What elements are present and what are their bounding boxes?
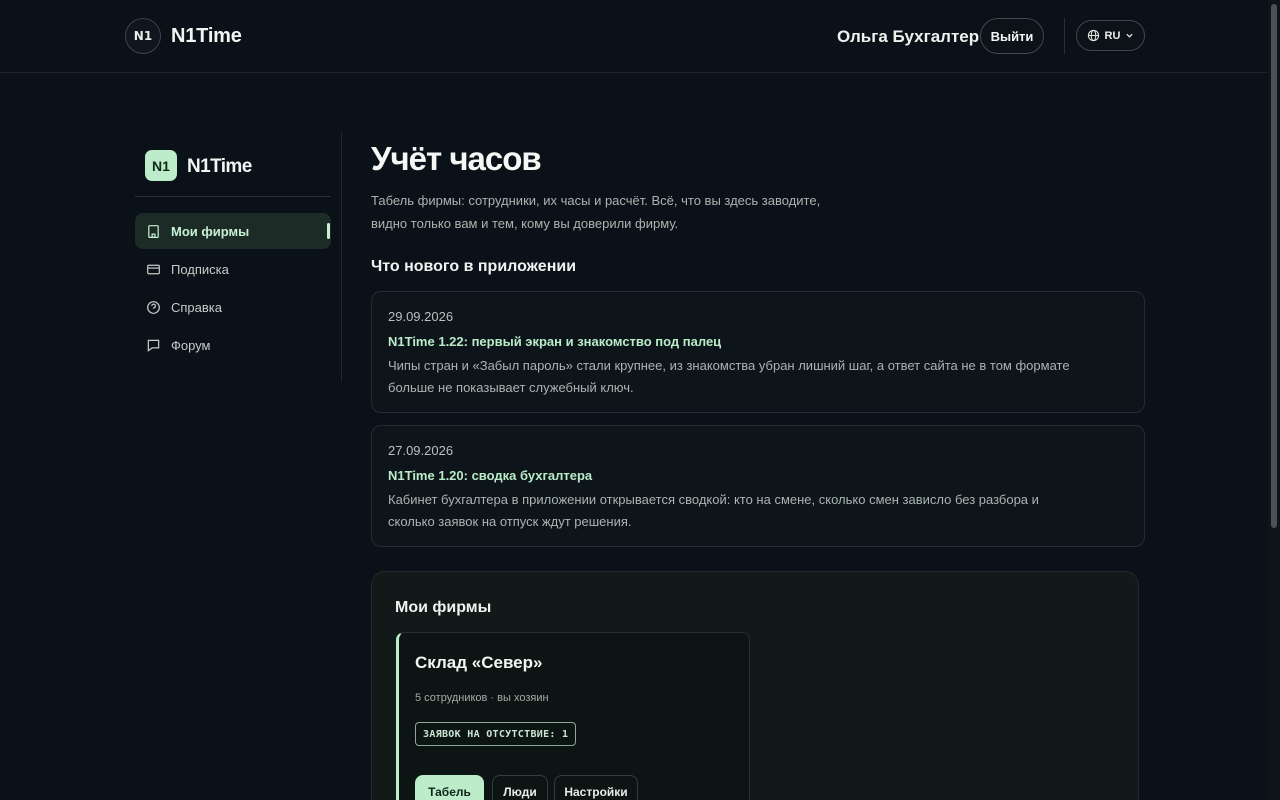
top-bar: N1 N1Time Ольга Бухгалтер Выйти RU — [0, 0, 1268, 73]
news-date: 29.09.2026 — [388, 309, 454, 324]
news-date: 27.09.2026 — [388, 443, 454, 458]
news-title: N1Time 1.20: сводка бухгалтера — [388, 468, 593, 483]
description-line: видно только вам и тем, кому вы доверили… — [371, 216, 679, 231]
news-card: 27.09.2026 N1Time 1.20: сводка бухгалтер… — [371, 425, 1145, 547]
firm-card: Склад «Север» 5 сотрудников · вы хозяин … — [396, 632, 750, 800]
topbar-divider — [1064, 18, 1065, 54]
description-line: Табель фирмы: сотрудники, их часы и расч… — [371, 193, 821, 208]
sidebar-item-label: Справка — [171, 299, 222, 315]
sidebar-item-help[interactable]: Справка — [135, 289, 331, 325]
scrollbar-thumb[interactable] — [1271, 4, 1277, 528]
sidebar-item-label: Мои фирмы — [171, 223, 250, 239]
brand-name[interactable]: N1Time — [171, 25, 242, 48]
news-body: Кабинет бухгалтера в приложении открывае… — [388, 492, 1039, 529]
language-select[interactable]: RU — [1076, 20, 1145, 51]
news-title: N1Time 1.22: первый экран и знакомство п… — [388, 334, 722, 349]
settings-button[interactable]: Настройки — [554, 775, 638, 800]
brand-logo[interactable]: N1 — [125, 18, 161, 54]
active-indicator — [327, 223, 330, 239]
building-icon — [148, 224, 159, 238]
sidebar: N1 N1Time Мои фирмы Подписка Справка Фор… — [135, 131, 342, 382]
sidebar-brand-name[interactable]: N1Time — [187, 156, 252, 178]
chevron-down-icon — [1126, 33, 1134, 38]
sidebar-divider — [135, 196, 331, 197]
scrollbar[interactable] — [1268, 0, 1280, 800]
sidebar-item-my-firms[interactable]: Мои фирмы — [135, 213, 331, 249]
people-button[interactable]: Люди — [492, 775, 548, 800]
card-icon — [147, 264, 160, 274]
sidebar-item-subscription[interactable]: Подписка — [135, 251, 331, 287]
firms-panel: Мои фирмы Склад «Север» 5 сотрудников · … — [371, 571, 1139, 800]
page-description: Табель фирмы: сотрудники, их часы и расч… — [371, 189, 861, 235]
firm-meta: 5 сотрудников · вы хозяин — [415, 692, 549, 704]
page-title: Учёт часов — [371, 140, 542, 177]
logout-button[interactable]: Выйти — [980, 18, 1044, 54]
firm-name: Склад «Север» — [415, 653, 543, 672]
user-name: Ольга Бухгалтер — [837, 27, 980, 46]
language-label: RU — [1104, 29, 1121, 42]
sidebar-item-label: Подписка — [171, 261, 229, 277]
absence-requests-badge[interactable]: ЗАЯВОК НА ОТСУТСТВИЕ: 1 — [415, 722, 577, 746]
sidebar-item-label: Форум — [171, 337, 211, 353]
timesheet-button[interactable]: Табель — [415, 775, 484, 800]
sidebar-logo[interactable]: N1 — [145, 150, 177, 181]
sidebar-item-forum[interactable]: Форум — [135, 327, 331, 363]
firms-title: Мои фирмы — [395, 599, 492, 616]
help-icon — [147, 300, 160, 314]
news-body: Чипы стран и «Забыл пароль» стали крупне… — [388, 358, 1070, 395]
news-heading: Что нового в приложении — [371, 258, 577, 275]
globe-icon — [1087, 29, 1099, 42]
chat-icon — [147, 339, 160, 352]
news-card: 29.09.2026 N1Time 1.22: первый экран и з… — [371, 291, 1145, 413]
